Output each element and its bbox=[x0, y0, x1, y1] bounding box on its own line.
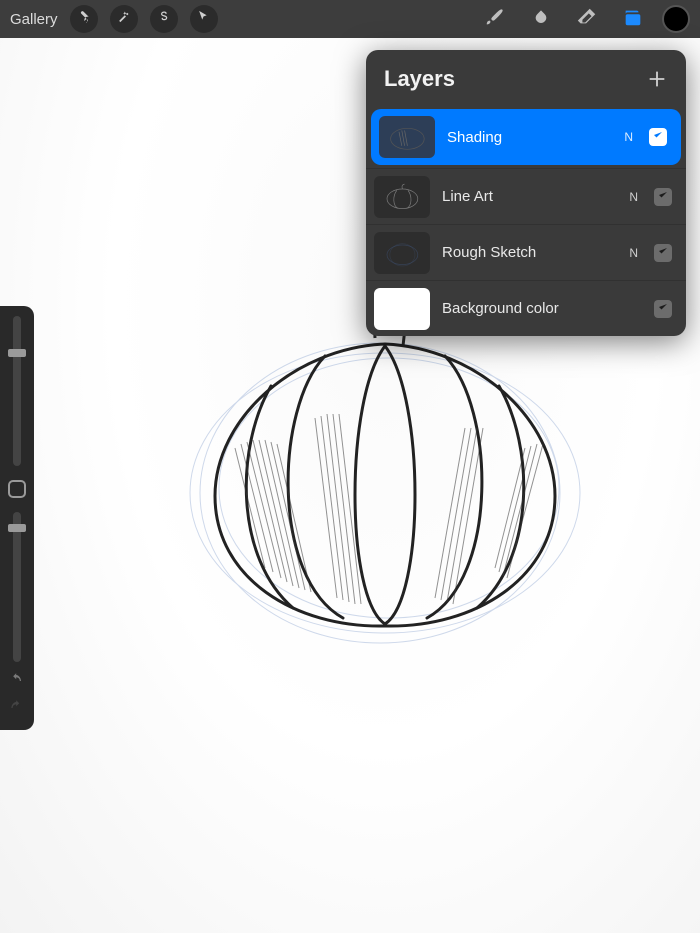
wrench-icon bbox=[76, 9, 91, 29]
selection-s-icon bbox=[156, 9, 171, 29]
layers-list: Shading N Line Art N Rough Sketch N Background… bbox=[366, 109, 686, 336]
transform-button[interactable] bbox=[190, 5, 218, 33]
gallery-button[interactable]: Gallery bbox=[10, 11, 58, 28]
layer-name-label: Rough Sketch bbox=[442, 244, 617, 261]
eraser-tool[interactable] bbox=[570, 2, 604, 36]
check-icon bbox=[652, 128, 664, 146]
side-slider-panel bbox=[0, 306, 34, 730]
layer-thumbnail bbox=[374, 176, 430, 218]
eraser-icon bbox=[576, 6, 598, 33]
smudge-tool[interactable] bbox=[524, 2, 558, 36]
layer-name-label: Shading bbox=[447, 129, 612, 146]
layer-blend-mode[interactable]: N bbox=[624, 130, 633, 144]
layers-panel-title: Layers bbox=[384, 66, 455, 92]
opacity-slider[interactable] bbox=[13, 512, 21, 662]
check-icon bbox=[657, 244, 669, 262]
redo-icon bbox=[9, 702, 25, 719]
layer-row[interactable]: Rough Sketch N bbox=[366, 224, 686, 280]
add-layer-button[interactable] bbox=[646, 68, 668, 90]
layer-visibility-checkbox[interactable] bbox=[654, 300, 672, 318]
selection-button[interactable] bbox=[150, 5, 178, 33]
brush-size-slider[interactable] bbox=[13, 316, 21, 466]
layer-blend-mode[interactable]: N bbox=[629, 246, 638, 260]
layer-thumbnail bbox=[374, 288, 430, 330]
layer-visibility-checkbox[interactable] bbox=[649, 128, 667, 146]
layer-visibility-checkbox[interactable] bbox=[654, 244, 672, 262]
layer-blend-mode[interactable]: N bbox=[629, 190, 638, 204]
check-icon bbox=[657, 188, 669, 206]
brush-tool[interactable] bbox=[478, 2, 512, 36]
plus-icon bbox=[646, 77, 668, 94]
layers-icon bbox=[622, 6, 644, 33]
top-toolbar: Gallery bbox=[0, 0, 700, 38]
brush-icon bbox=[484, 6, 506, 33]
undo-icon bbox=[9, 675, 25, 692]
layers-tool[interactable] bbox=[616, 2, 650, 36]
layer-visibility-checkbox[interactable] bbox=[654, 188, 672, 206]
smudge-icon bbox=[530, 6, 552, 33]
layer-thumbnail bbox=[374, 232, 430, 274]
opacity-thumb[interactable] bbox=[8, 524, 26, 532]
redo-button[interactable] bbox=[9, 699, 25, 720]
layers-popover: Layers Shading N Line Art N Rough Sketch N Bac… bbox=[366, 50, 686, 336]
brush-size-thumb[interactable] bbox=[8, 349, 26, 357]
undo-button[interactable] bbox=[9, 672, 25, 693]
adjustments-button[interactable] bbox=[110, 5, 138, 33]
cursor-arrow-icon bbox=[196, 9, 211, 29]
layer-row[interactable]: Line Art N bbox=[366, 168, 686, 224]
layer-row[interactable]: Shading N bbox=[371, 109, 681, 165]
actions-button[interactable] bbox=[70, 5, 98, 33]
check-icon bbox=[657, 300, 669, 318]
layer-thumbnail bbox=[379, 116, 435, 158]
current-color-swatch[interactable] bbox=[662, 5, 690, 33]
wand-icon bbox=[116, 9, 131, 29]
layer-name-label: Line Art bbox=[442, 188, 617, 205]
layer-row[interactable]: Background color bbox=[366, 280, 686, 336]
modifier-button[interactable] bbox=[8, 480, 26, 498]
layer-name-label: Background color bbox=[442, 300, 642, 317]
